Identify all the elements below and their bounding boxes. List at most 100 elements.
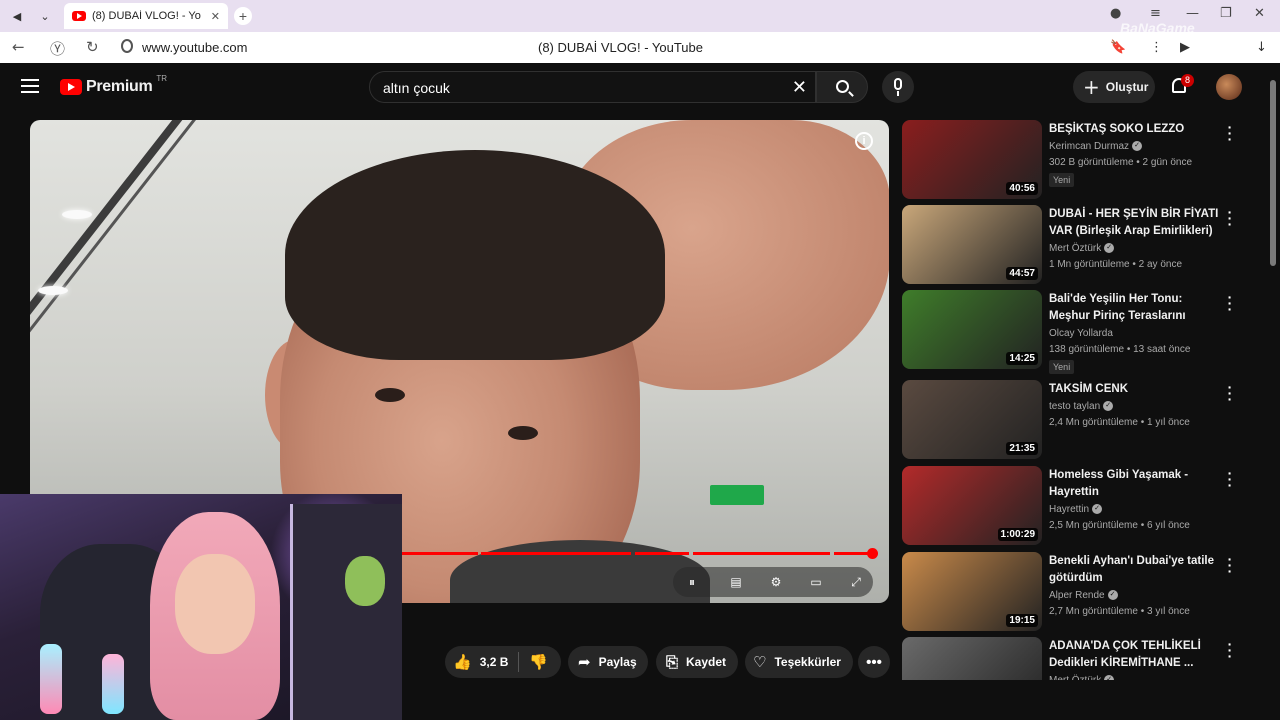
more-options-icon[interactable]: · · · — [1226, 466, 1234, 492]
thanks-label: Teşekkürler — [774, 655, 841, 669]
video-title[interactable]: DUBAİ - HER ŞEYİN BİR FİYATI VAR (Birleş… — [1049, 206, 1225, 240]
like-count[interactable]: 3,2 B — [480, 655, 509, 669]
user-icon[interactable]: ● — [1110, 6, 1121, 21]
more-actions-button[interactable]: ••• — [858, 646, 890, 678]
bookmark-save-icon: ⎘ — [666, 653, 679, 671]
share-button[interactable]: ➦ Paylaş — [568, 646, 648, 678]
youtube-logo[interactable]: Premium TR — [60, 74, 167, 96]
guide-menu-icon[interactable] — [21, 79, 39, 93]
recommendation-item[interactable]: 40:56 BEŞİKTAŞ SOKO LEZZO Kerimcan Durmaz ✓… — [902, 120, 1247, 200]
menu-dots-icon[interactable]: ⋮ — [1150, 40, 1163, 55]
more-options-icon[interactable]: · · · — [1226, 380, 1234, 406]
back-icon[interactable]: ← — [12, 38, 25, 56]
more-icon[interactable]: ≡ — [1150, 6, 1161, 21]
save-button[interactable]: ⎘ Kaydet — [656, 646, 738, 678]
tab-list-chevron-icon[interactable]: ⌄ — [34, 5, 56, 27]
more-options-icon[interactable]: · · · — [1226, 637, 1234, 663]
channel-name[interactable]: Mert Öztürk✓ — [1049, 243, 1115, 254]
recommendation-item[interactable]: 44:57 DUBAİ - HER ŞEYİN BİR FİYATI VAR (B… — [902, 205, 1247, 285]
channel-label: Mert Öztürk — [1049, 243, 1102, 254]
browser-logo-icon[interactable]: Ⓨ — [50, 38, 65, 59]
video-thumbnail[interactable]: 44:57 — [902, 205, 1042, 284]
pause-icon[interactable]: ⏸ — [683, 573, 701, 591]
thanks-heart-icon: ♡ — [753, 653, 767, 671]
video-thumbnail[interactable]: 1:00:29 — [902, 466, 1042, 545]
thanks-button[interactable]: ♡ Teşekkürler — [745, 646, 853, 678]
maximize-icon[interactable]: ❐ — [1220, 6, 1232, 21]
notification-count-badge: 8 — [1181, 74, 1195, 87]
create-button[interactable]: + Oluştur — [1073, 71, 1155, 103]
audio-icon[interactable]: ◀ — [6, 5, 28, 27]
more-icon: ••• — [866, 653, 882, 671]
close-window-icon[interactable]: ✕ — [1254, 6, 1265, 21]
dislike-icon[interactable]: 👎 — [529, 653, 548, 671]
channel-name[interactable]: Olcay Yollarda — [1049, 328, 1113, 339]
theater-mode-icon[interactable]: ▭ — [807, 573, 825, 591]
video-thumbnail[interactable]: 40:56 — [902, 120, 1042, 199]
more-options-icon[interactable]: · · · — [1226, 552, 1234, 578]
page-scrollbar[interactable] — [1268, 66, 1278, 680]
webcam-overlay — [0, 494, 402, 720]
duration-badge: 40:56 — [1006, 182, 1038, 195]
browser-tab-active[interactable]: (8) DUBAİ VLOG! - Yo ✕ — [64, 3, 228, 29]
channel-name[interactable]: Mert Öztürk✓ — [1049, 675, 1115, 680]
duration-badge: 21:35 — [1006, 442, 1038, 455]
progress-bar[interactable] — [400, 552, 872, 555]
browser-tab-strip: ◀ ⌄ (8) DUBAİ VLOG! - Yo ✕ + ● ≡ — ❐ ✕ — [0, 0, 1280, 32]
site-info-icon[interactable] — [121, 39, 133, 53]
video-thumbnail[interactable]: 21:35 — [902, 380, 1042, 459]
bookmark-icon[interactable]: 🔖 — [1110, 40, 1126, 55]
search-button[interactable] — [816, 71, 868, 103]
duration-badge: 19:15 — [1006, 614, 1038, 627]
voice-search-button[interactable] — [882, 71, 914, 103]
clear-search-icon[interactable]: ✕ — [792, 77, 807, 98]
close-tab-icon[interactable]: ✕ — [211, 10, 220, 23]
youtube-header: Premium TR altın çocuk ✕ + Oluştur 8 — [0, 63, 1280, 113]
more-options-icon[interactable]: · · · — [1226, 290, 1234, 316]
video-thumbnail[interactable] — [902, 637, 1042, 680]
settings-gear-icon[interactable]: ⚙ — [767, 573, 785, 591]
logo-text: Premium — [86, 78, 153, 95]
more-options-icon[interactable]: · · · — [1226, 205, 1234, 231]
info-icon[interactable]: i — [855, 132, 873, 150]
recommendation-item[interactable]: ADANA'DA ÇOK TEHLİKELİ Dedikleri KİREMİT… — [902, 637, 1247, 680]
channel-name[interactable]: Hayrettin ✓ — [1049, 504, 1103, 515]
channel-name[interactable]: Kerimcan Durmaz ✓ — [1049, 141, 1143, 152]
view-meta: 138 görüntüleme • 13 saat önce — [1049, 344, 1191, 355]
scrollbar-thumb[interactable] — [1270, 80, 1276, 266]
channel-name[interactable]: testo taylan ✓ — [1049, 401, 1114, 412]
recommendation-item[interactable]: 14:25 Bali'de Yeşilin Her Tonu: Meşhur Pi… — [902, 290, 1247, 374]
video-title[interactable]: BEŞİKTAŞ SOKO LEZZO — [1049, 121, 1225, 138]
video-title[interactable]: Homeless Gibi Yaşamak - Hayrettin — [1049, 467, 1225, 501]
recommendation-item[interactable]: 1:00:29 Homeless Gibi Yaşamak - Hayrettin… — [902, 466, 1247, 546]
view-meta: 2,5 Mn görüntüleme • 6 yıl önce — [1049, 520, 1190, 531]
video-title[interactable]: Bali'de Yeşilin Her Tonu: Meşhur Pirinç … — [1049, 291, 1225, 325]
verified-check-icon: ✓ — [1132, 141, 1143, 152]
recommendation-item[interactable]: 19:15 Benekli Ayhan'ı Dubai'ye tatile göt… — [902, 552, 1247, 632]
more-options-icon[interactable]: · · · — [1226, 120, 1234, 146]
share-label: Paylaş — [598, 655, 637, 669]
media-icon[interactable]: ▶ — [1180, 40, 1190, 55]
fullscreen-icon[interactable]: ⤢ — [847, 573, 865, 591]
avatar[interactable] — [1216, 74, 1242, 100]
video-title[interactable]: Benekli Ayhan'ı Dubai'ye tatile götürdüm — [1049, 553, 1225, 587]
reload-icon[interactable]: ↻ — [86, 38, 99, 56]
address-bar: ← Ⓨ ↻ www.youtube.com (8) DUBAİ VLOG! - … — [0, 32, 1280, 63]
video-title[interactable]: TAKSİM CENK — [1049, 381, 1225, 398]
recommendation-item[interactable]: 21:35 TAKSİM CENK testo taylan ✓ 2,4 Mn görü… — [902, 380, 1247, 460]
page-title: (8) DUBAİ VLOG! - YouTube — [538, 40, 703, 55]
search-input[interactable]: altın çocuk ✕ — [369, 71, 816, 103]
youtube-favicon-icon — [72, 11, 86, 21]
video-thumbnail[interactable]: 19:15 — [902, 552, 1042, 631]
video-thumbnail[interactable]: 14:25 — [902, 290, 1042, 369]
video-title[interactable]: ADANA'DA ÇOK TEHLİKELİ Dedikleri KİREMİT… — [1049, 638, 1225, 672]
download-icon[interactable]: ↓ — [1256, 40, 1267, 55]
scrubber-knob[interactable] — [867, 548, 878, 559]
channel-name[interactable]: Alper Rende ✓ — [1049, 590, 1118, 601]
subtitles-icon[interactable]: ▤ — [727, 573, 745, 591]
new-tab-button[interactable]: + — [234, 7, 252, 25]
notifications-button[interactable]: 8 — [1170, 74, 1195, 98]
minimize-icon[interactable]: — — [1186, 6, 1199, 21]
url-field[interactable]: www.youtube.com — [142, 40, 248, 55]
like-icon[interactable]: 👍 — [453, 653, 472, 671]
